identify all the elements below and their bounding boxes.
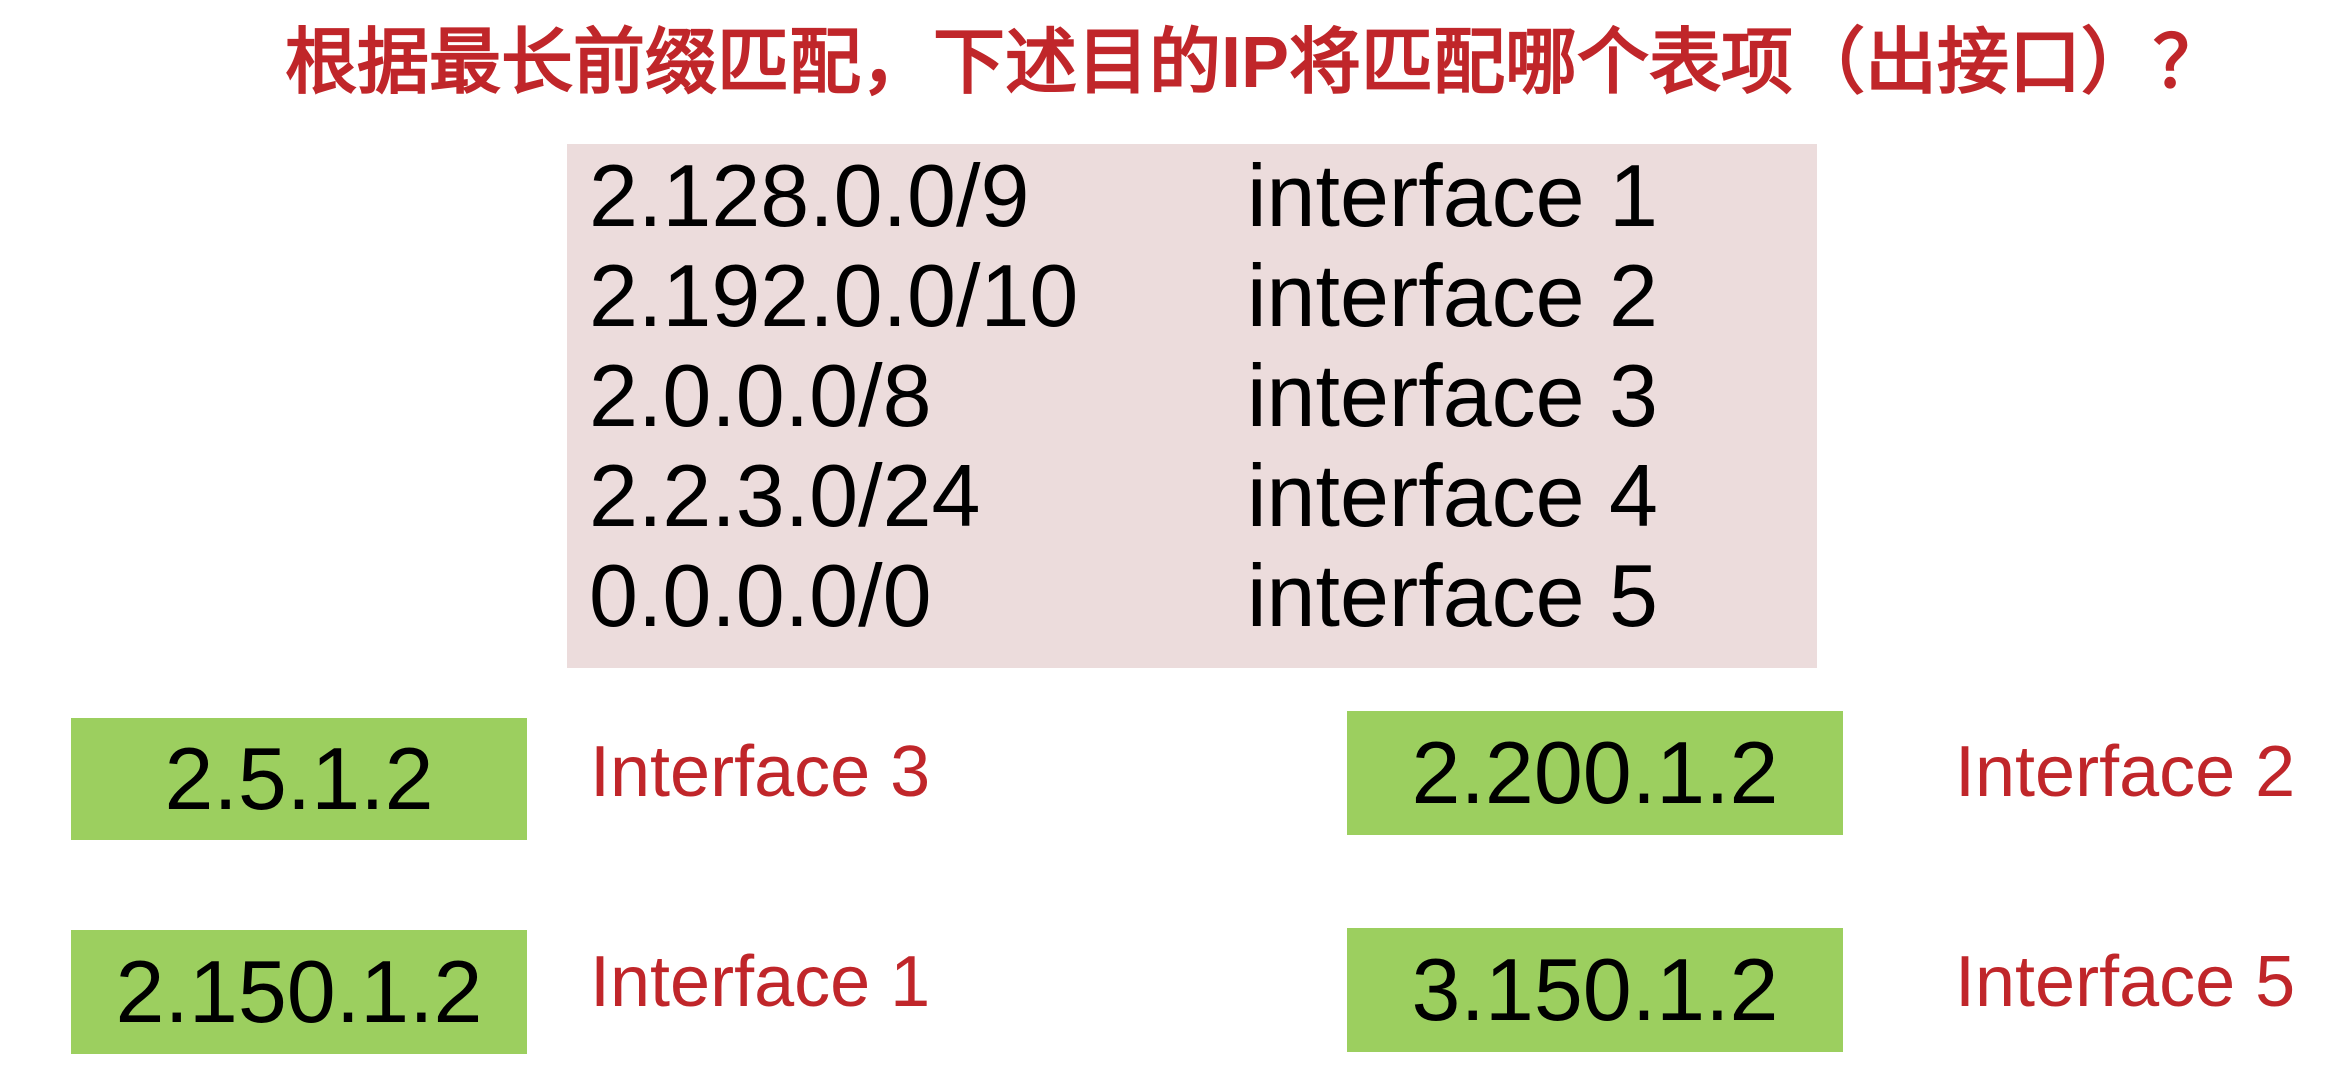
route-prefix: 2.192.0.0/10 — [589, 246, 1079, 345]
destination-ip-box: 2.150.1.2 — [71, 930, 527, 1054]
answer-interface: Interface 1 — [590, 942, 931, 1022]
route-prefix: 2.2.3.0/24 — [589, 446, 981, 545]
destination-ip-box: 2.200.1.2 — [1347, 711, 1843, 835]
route-prefix: 2.0.0.0/8 — [589, 346, 932, 445]
answer-interface: Interface 5 — [1955, 942, 2296, 1022]
route-interface: interface 5 — [1247, 546, 1658, 645]
routing-table: 2.128.0.0/9 interface 1 2.192.0.0/10 int… — [567, 144, 1817, 668]
route-prefix: 2.128.0.0/9 — [589, 146, 1030, 245]
answer-interface: Interface 2 — [1955, 732, 2296, 812]
answer-interface: Interface 3 — [590, 732, 931, 812]
destination-ip-box: 3.150.1.2 — [1347, 928, 1843, 1052]
destination-ip-box: 2.5.1.2 — [71, 718, 527, 840]
route-interface: interface 2 — [1247, 246, 1658, 345]
route-prefix: 0.0.0.0/0 — [589, 546, 932, 645]
route-interface: interface 1 — [1247, 146, 1658, 245]
route-interface: interface 3 — [1247, 346, 1658, 445]
route-interface: interface 4 — [1247, 446, 1658, 545]
page-title: 根据最长前缀匹配，下述目的IP将匹配哪个表项（出接口）？ — [285, 23, 2226, 103]
